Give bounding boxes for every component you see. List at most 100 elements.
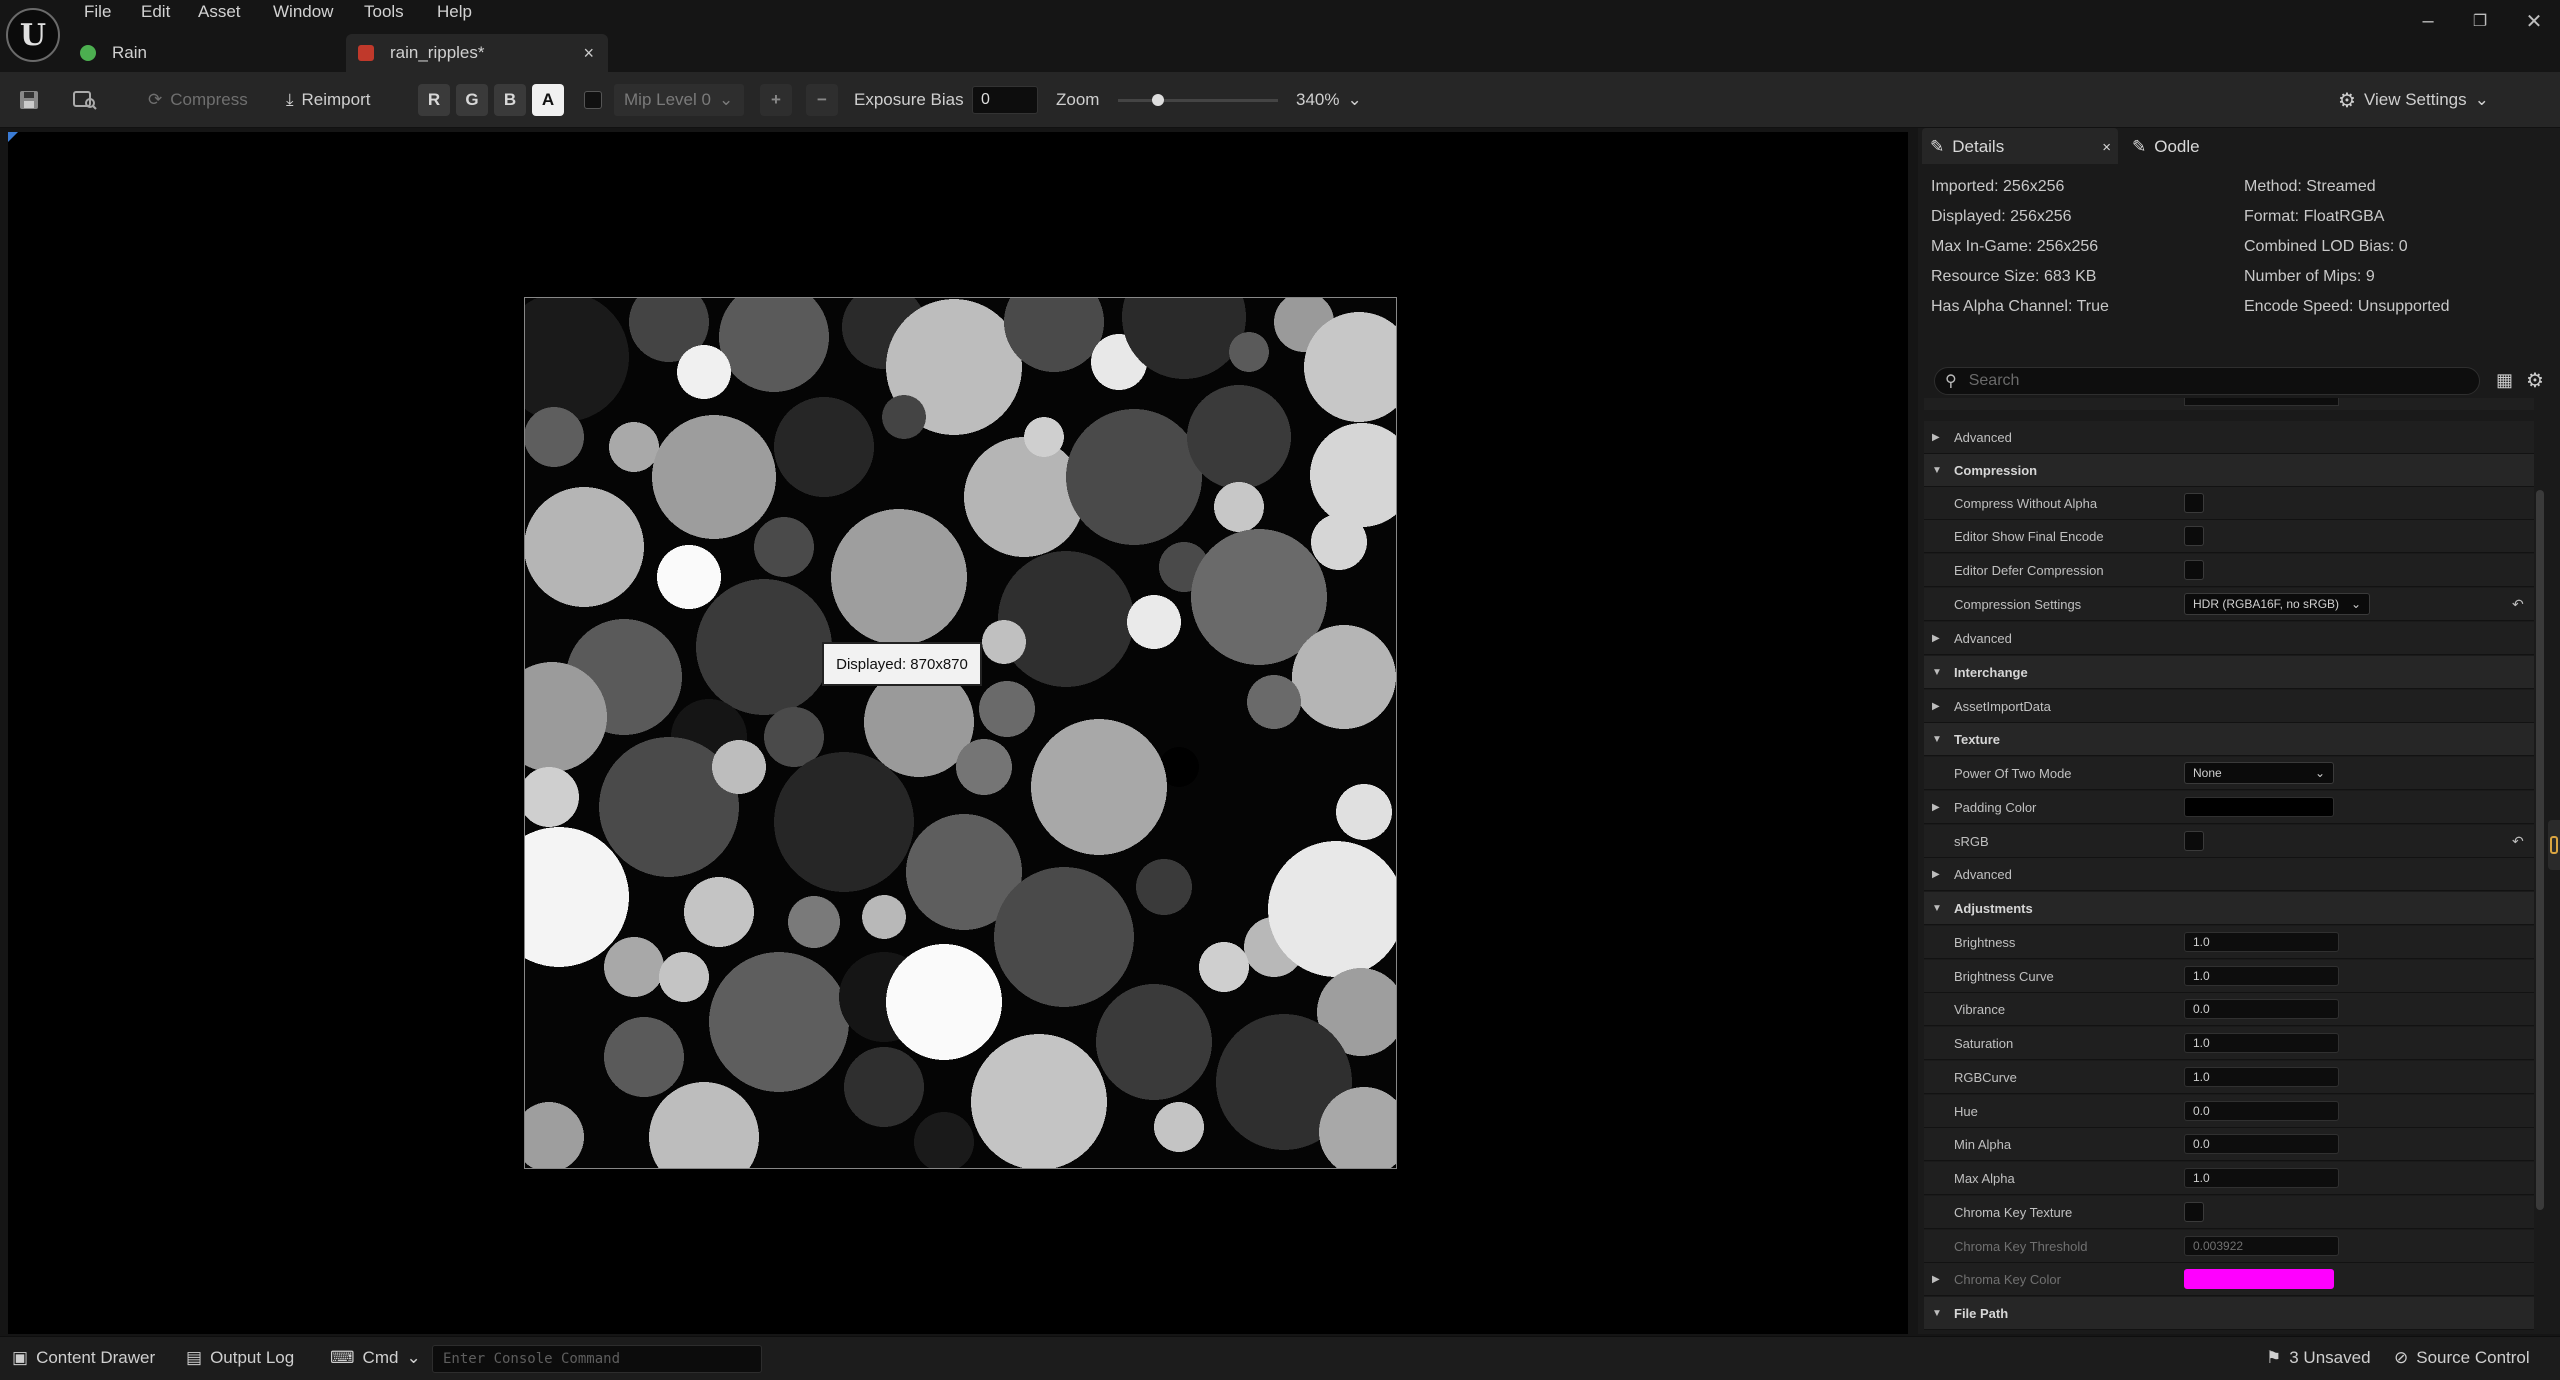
saturation-input[interactable]: 1.0	[2184, 1033, 2339, 1053]
section-texture[interactable]: ▼ Texture	[1924, 723, 2534, 756]
chroma-key-threshold-input[interactable]: 0.003922	[2184, 1236, 2339, 1256]
folder-icon: ▣	[12, 1348, 29, 1367]
info-format: Format: FloatRGBA	[2244, 208, 2385, 225]
toolbar	[0, 72, 2560, 128]
table-view-icon[interactable]: ▦	[2496, 370, 2513, 391]
close-window-icon[interactable]: ✕	[2516, 6, 2552, 36]
reimport-icon: ⤓	[286, 90, 294, 109]
section-interchange[interactable]: ▼ Interchange	[1924, 656, 2534, 689]
level-icon	[80, 45, 96, 61]
channel-b-button[interactable]: B	[494, 84, 526, 116]
row-label: Hue	[1954, 1103, 1978, 1119]
row-asset-import-data[interactable]: ▶ AssetImportData	[1924, 690, 2534, 723]
row-label: Texture	[1954, 731, 2000, 747]
tab-oodle[interactable]: ✎ Oodle	[2132, 133, 2200, 161]
compression-settings-dropdown[interactable]: HDR (RGBA16F, no sRGB) ⌄	[2184, 593, 2370, 615]
brightness-input[interactable]: 1.0	[2184, 932, 2339, 952]
unreal-logo-icon[interactable]: U	[6, 8, 60, 62]
row-label: Saturation	[1954, 1035, 2014, 1051]
close-icon[interactable]: ×	[2102, 139, 2111, 156]
srgb-checkbox[interactable]	[2184, 831, 2204, 851]
channel-r-button[interactable]: R	[418, 84, 450, 116]
tab-rain[interactable]: Rain	[80, 34, 342, 72]
max-alpha-input[interactable]: 1.0	[2184, 1168, 2339, 1188]
row-advanced-2[interactable]: ▶ Advanced	[1924, 622, 2534, 655]
min-alpha-input[interactable]: 0.0	[2184, 1134, 2339, 1154]
pencil-icon: ✎	[2132, 137, 2147, 156]
restore-icon[interactable]: ❐	[2462, 6, 2498, 36]
reset-icon[interactable]: ↶	[2512, 833, 2524, 850]
source-control-button[interactable]: ⊘ Source Control	[2394, 1344, 2530, 1372]
section-file-path[interactable]: ▼ File Path	[1924, 1297, 2534, 1330]
mip-level-dropdown[interactable]: Mip Level 0 ⌄	[614, 84, 744, 116]
editor-defer-compression-checkbox[interactable]	[2184, 560, 2204, 580]
clipped-row	[1924, 398, 2534, 410]
zoom-slider[interactable]	[1118, 94, 1278, 106]
zoom-slider-handle[interactable]	[1152, 94, 1164, 106]
mip-checkbox[interactable]	[584, 91, 602, 109]
channel-g-button[interactable]: G	[456, 84, 488, 116]
unsaved-button[interactable]: ⚑ 3 Unsaved	[2266, 1344, 2371, 1372]
vibrance-input[interactable]: 0.0	[2184, 999, 2339, 1019]
row-advanced-1[interactable]: ▶ Advanced	[1924, 421, 2534, 454]
gear-icon[interactable]: ⚙	[2526, 368, 2544, 393]
menu-help[interactable]: Help	[437, 2, 472, 28]
chevron-down-icon: ▼	[1932, 902, 1942, 914]
menu-edit[interactable]: Edit	[141, 2, 170, 28]
row-label: AssetImportData	[1954, 698, 2051, 714]
exposure-bias-input[interactable]: 0	[972, 86, 1038, 114]
chevron-down-icon: ⌄	[2314, 766, 2325, 780]
log-icon: ▤	[186, 1348, 203, 1367]
compress-without-alpha-checkbox[interactable]	[2184, 493, 2204, 513]
details-scrollbar[interactable]	[2536, 490, 2544, 1210]
search-placeholder: Search	[1968, 372, 2020, 389]
console-command-input[interactable]: Enter Console Command	[432, 1345, 762, 1373]
exposure-bias-label: Exposure Bias	[854, 90, 964, 109]
section-compression[interactable]: ▼ Compression	[1924, 454, 2534, 487]
row-vibrance: Vibrance 0.0	[1924, 993, 2534, 1026]
reimport-button[interactable]: ⤓ Reimport	[286, 84, 370, 116]
row-advanced-3[interactable]: ▶ Advanced	[1924, 858, 2534, 891]
close-icon[interactable]: ×	[583, 43, 594, 64]
row-compression-settings: Compression Settings HDR (RGBA16F, no sRG…	[1924, 588, 2534, 621]
content-drawer-button[interactable]: ▣ Content Drawer	[12, 1344, 155, 1372]
chroma-key-color-swatch[interactable]	[2184, 1269, 2334, 1289]
menu-tools[interactable]: Tools	[364, 2, 404, 28]
menu-asset[interactable]: Asset	[198, 2, 241, 28]
browse-icon[interactable]	[72, 84, 98, 116]
zoom-value-dropdown[interactable]: 340% ⌄	[1296, 84, 1362, 116]
row-label: Advanced	[1954, 630, 2012, 646]
editor-show-final-encode-checkbox[interactable]	[2184, 526, 2204, 546]
cmd-dropdown[interactable]: ⌨ Cmd ⌄	[330, 1344, 421, 1372]
row-brightness: Brightness 1.0	[1924, 926, 2534, 959]
rgbcurve-input[interactable]: 1.0	[2184, 1067, 2339, 1087]
side-panel-handle[interactable]	[2548, 820, 2560, 870]
row-padding-color: ▶ Padding Color	[1924, 791, 2534, 824]
row-label: Interchange	[1954, 664, 2028, 680]
tab-rain-ripples[interactable]: rain_ripples* ×	[346, 34, 608, 72]
reset-icon[interactable]: ↶	[2512, 596, 2524, 613]
channel-a-button[interactable]: A	[532, 84, 564, 116]
row-label: Min Alpha	[1954, 1136, 2012, 1152]
dropdown-value: None	[2193, 766, 2222, 780]
hue-input[interactable]: 0.0	[2184, 1101, 2339, 1121]
brightness-curve-input[interactable]: 1.0	[2184, 966, 2339, 986]
chevron-down-icon: ⌄	[2350, 597, 2361, 611]
details-search-input[interactable]: ⚲ Search	[1934, 367, 2480, 395]
plus-icon[interactable]: +	[760, 84, 792, 116]
padding-color-swatch[interactable]	[2184, 797, 2334, 817]
menu-window[interactable]: Window	[273, 2, 333, 28]
minimize-icon[interactable]: –	[2410, 6, 2446, 36]
view-settings-button[interactable]: ⚙ View Settings ⌄	[2338, 84, 2489, 116]
section-adjustments[interactable]: ▼ Adjustments	[1924, 892, 2534, 925]
tab-details[interactable]: ✎ Details ×	[1930, 133, 2111, 161]
power-of-two-dropdown[interactable]: None ⌄	[2184, 762, 2334, 784]
chroma-key-texture-checkbox[interactable]	[2184, 1202, 2204, 1222]
output-log-button[interactable]: ▤ Output Log	[186, 1344, 294, 1372]
compress-button[interactable]: ⟳ Compress	[148, 84, 248, 116]
row-power-of-two-mode: Power Of Two Mode None ⌄	[1924, 757, 2534, 790]
menu-file[interactable]: File	[84, 2, 111, 28]
minus-icon[interactable]: −	[806, 84, 838, 116]
save-icon[interactable]	[18, 84, 40, 116]
chevron-right-icon: ▶	[1932, 1273, 1940, 1285]
